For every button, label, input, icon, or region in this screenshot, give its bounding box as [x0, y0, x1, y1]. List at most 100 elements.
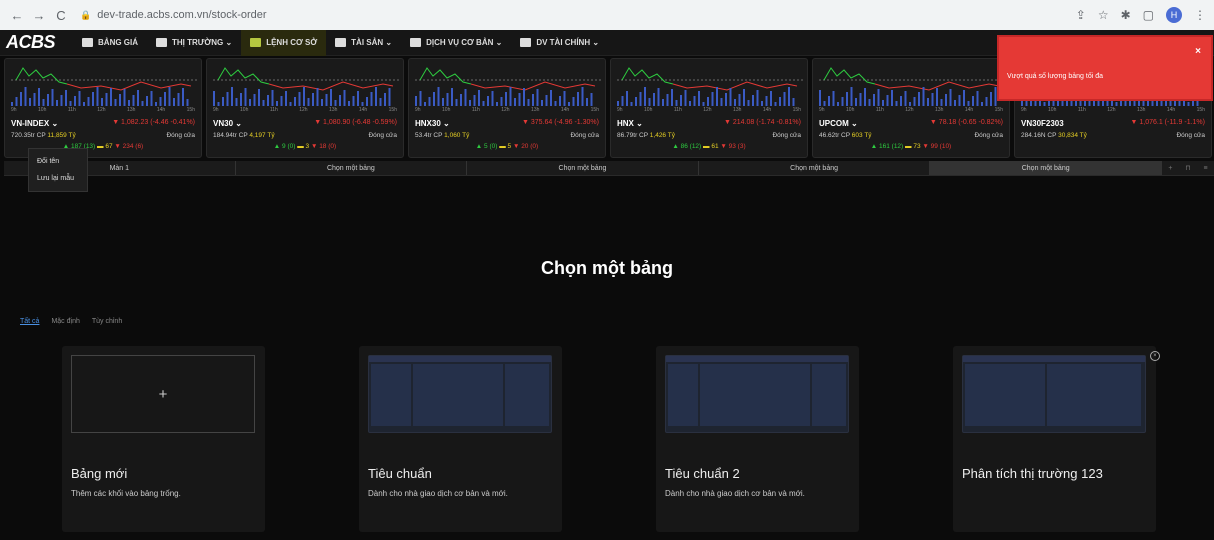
filter-custom[interactable]: Tùy chỉnh — [92, 318, 122, 325]
index-breadth: ▲ 86 (12) ▬ 61 ▼ 93 (3) — [672, 143, 746, 150]
index-change: ▼ 78.18 (-0.65 -0.82%) — [929, 119, 1003, 126]
menu-item-rename[interactable]: Đổi tên — [29, 153, 87, 170]
index-name: VN30F2303 — [1021, 119, 1064, 128]
index-value: 1,426 Tỷ — [649, 132, 675, 139]
index-volume: 284.16N CP — [1021, 132, 1057, 139]
close-icon[interactable]: × — [1195, 46, 1201, 57]
card-new-board[interactable]: + Bảng mới Thêm các khối vào bảng trống. — [62, 346, 265, 532]
index-sparkline — [617, 67, 803, 106]
card-title: Bảng mới — [71, 466, 128, 481]
extensions-icon[interactable]: ✱ — [1121, 8, 1131, 22]
nav-dv-tai-chinh[interactable]: DV TÀI CHÍNH ⌄ — [511, 30, 608, 56]
filter-tabs: Tất cả Mặc định Tùy chỉnh — [20, 318, 122, 325]
folder-icon — [335, 38, 347, 47]
add-tab-icon[interactable]: + — [1168, 161, 1172, 175]
index-status: Đóng cửa — [974, 132, 1003, 139]
tab-choose-board[interactable]: Chọn một bảng — [699, 161, 931, 175]
index-status: Đóng cửa — [166, 132, 195, 139]
index-volume: 53.4tr CP — [415, 132, 443, 139]
star-icon[interactable]: ☆ — [1098, 8, 1109, 22]
index-sparkline — [415, 67, 601, 106]
chart-icon — [156, 38, 168, 47]
card-market-analysis[interactable]: × Phân tích thị trường 123 — [953, 346, 1160, 532]
lock-icon[interactable]: ⊓ — [1185, 161, 1190, 175]
time-axis: 9h 10h 11h 12h 13h 14h 15h — [819, 107, 1003, 113]
filter-default[interactable]: Mặc định — [51, 318, 79, 325]
index-change: ▼ 375.64 (-4.96 -1.30%) — [522, 119, 599, 126]
index-breadth: ▲ 161 (12) ▬ 73 ▼ 99 (10) — [870, 143, 952, 150]
index-value: 11,859 Tỷ — [47, 132, 76, 139]
tab-choose-board[interactable]: Chọn một bảng — [467, 161, 699, 175]
context-menu: Đổi tên Lưu lại mẫu — [28, 148, 88, 192]
card-standard-2[interactable]: Tiêu chuẩn 2 Dành cho nhà giao dịch cơ b… — [656, 346, 859, 532]
card-desc: Thêm các khối vào bảng trống. — [71, 489, 181, 498]
toast-message: Vượt quá số lượng bảng tối đa — [1007, 73, 1104, 80]
time-axis: 9h 10h 11h 12h 13h 14h 15h — [1021, 107, 1205, 113]
index-sparkline — [11, 67, 197, 106]
time-axis: 9h 10h 11h 12h 13h 14h 15h — [213, 107, 397, 113]
card-desc: Dành cho nhà giao dịch cơ bản và mới. — [368, 489, 508, 498]
remove-icon[interactable]: × — [1150, 351, 1160, 361]
sidepanel-icon[interactable]: ▢ — [1143, 8, 1154, 22]
forward-icon[interactable]: → — [30, 8, 48, 23]
index-value: 30,834 Tỷ — [1058, 132, 1087, 139]
index-panel[interactable]: 9h 10h 11h 12h 13h 14h 15h VN30 ⌄ ▼ 1,080.90 (-… — [206, 58, 404, 158]
index-panel[interactable]: 9h 10h 11h 12h 13h 14h 15h HNX30 ⌄ ▼ 375.64 (-4… — [408, 58, 606, 158]
menu-item-save-template[interactable]: Lưu lại mẫu — [29, 170, 87, 187]
grid-icon — [410, 38, 422, 47]
address-bar[interactable]: 🔒 dev-trade.acbs.com.vn/stock-order — [80, 9, 267, 21]
lock-icon: 🔒 — [80, 9, 92, 20]
card-title: Phân tích thị trường 123 — [962, 466, 1103, 481]
finance-icon — [520, 38, 532, 47]
screen-tabbar: Màn 1 Chọn một bảng Chọn một bảng Chọn m… — [4, 161, 1214, 176]
index-breadth: ▲ 9 (0) ▬ 3 ▼ 18 (0) — [273, 143, 337, 150]
index-value: 1,060 Tỷ — [444, 132, 470, 139]
index-name: VN30 ⌄ — [213, 119, 242, 128]
time-axis: 9h 10h 11h 12h 13h 14h 15h — [11, 107, 195, 113]
nav-thi-truong[interactable]: THỊ TRƯỜNG ⌄ — [147, 30, 241, 56]
index-change: ▼ 1,082.23 (-4.46 -0.41%) — [112, 119, 195, 126]
tab-choose-board[interactable]: Chọn một bảng — [930, 161, 1162, 175]
back-icon[interactable]: ← — [8, 8, 26, 23]
index-panel[interactable]: 9h 10h 11h 12h 13h 14h 15h UPCOM ⌄ ▼ 78.18 (-0.… — [812, 58, 1010, 158]
index-value: 4,197 Tỷ — [249, 132, 275, 139]
index-change: ▼ 1,080.90 (-6.48 -0.59%) — [314, 119, 397, 126]
template-cards: + Bảng mới Thêm các khối vào bảng trống.… — [0, 346, 1214, 536]
index-volume: 720.35tr CP — [11, 132, 46, 139]
share-icon[interactable]: ⇪ — [1076, 8, 1086, 22]
profile-avatar[interactable]: H — [1166, 7, 1182, 23]
index-status: Đóng cửa — [772, 132, 801, 139]
tab-choose-board[interactable]: Chọn một bảng — [236, 161, 468, 175]
menu-icon[interactable]: ⋮ — [1194, 8, 1206, 22]
nav-lenh-co-so[interactable]: LỆNH CƠ SỞ — [241, 29, 327, 56]
index-status: Đóng cửa — [1176, 132, 1205, 139]
error-toast: × Vượt quá số lượng bảng tối đa — [997, 35, 1213, 101]
index-volume: 86.79tr CP — [617, 132, 648, 139]
template-preview — [665, 355, 849, 433]
index-name: VN-INDEX ⌄ — [11, 119, 59, 128]
time-axis: 9h 10h 11h 12h 13h 14h 15h — [415, 107, 599, 113]
nav-dich-vu-co-ban[interactable]: DỊCH VỤ CƠ BẢN ⌄ — [401, 30, 511, 56]
list-icon[interactable]: ≡ — [1203, 161, 1207, 175]
index-panel[interactable]: 9h 10h 11h 12h 13h 14h 15h VN-INDEX ⌄ ▼ 1,082.2… — [4, 58, 202, 158]
index-name: UPCOM ⌄ — [819, 119, 858, 128]
reload-icon[interactable]: C — [52, 8, 70, 23]
page-title: Chọn một bảng — [541, 258, 673, 278]
card-title: Tiêu chuẩn 2 — [665, 466, 740, 481]
index-name: HNX30 ⌄ — [415, 119, 450, 128]
nav-bang-gia[interactable]: BẢNG GIÁ — [73, 30, 147, 56]
browser-toolbar: ← → C 🔒 dev-trade.acbs.com.vn/stock-orde… — [0, 0, 1214, 30]
time-axis: 9h 10h 11h 12h 13h 14h 15h — [617, 107, 801, 113]
index-volume: 46.62tr CP — [819, 132, 850, 139]
index-panel[interactable]: 9h 10h 11h 12h 13h 14h 15h HNX ⌄ ▼ 214.08 (-1.7… — [610, 58, 808, 158]
index-breadth: ▲ 5 (0) ▬ 5 ▼ 20 (0) — [475, 143, 539, 150]
index-value: 603 Tỷ — [851, 132, 872, 139]
index-name: HNX ⌄ — [617, 119, 643, 128]
plus-icon: + — [71, 355, 255, 433]
filter-all[interactable]: Tất cả — [20, 318, 39, 325]
card-standard[interactable]: Tiêu chuẩn Dành cho nhà giao dịch cơ bản… — [359, 346, 562, 532]
index-sparkline — [819, 67, 1005, 106]
nav-tai-san[interactable]: TÀI SẢN ⌄ — [326, 30, 401, 56]
index-change: ▼ 1,076.1 (-11.9 -1.1%) — [1130, 119, 1205, 126]
template-preview — [368, 355, 552, 433]
